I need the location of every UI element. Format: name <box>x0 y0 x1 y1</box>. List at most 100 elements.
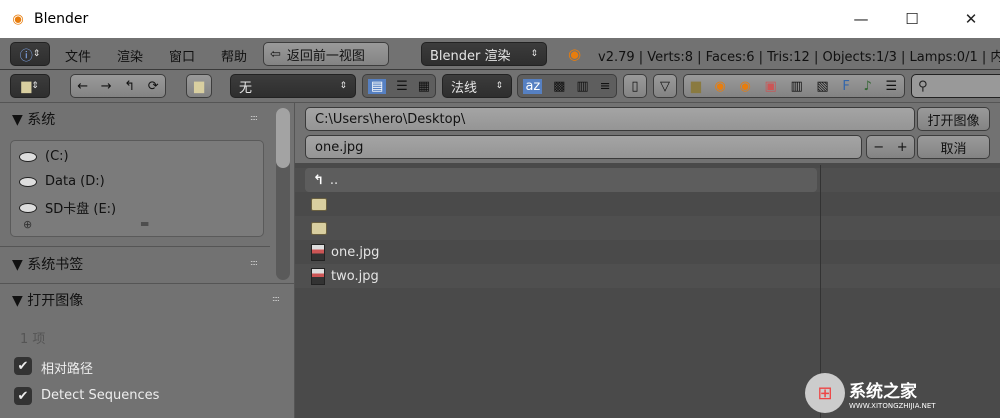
render-engine-dropdown[interactable]: Blender 渲染 ⇕ <box>421 42 547 66</box>
back-arrow-icon[interactable]: ← <box>77 79 88 94</box>
increment-button[interactable]: + <box>897 140 908 155</box>
image-file-icon <box>311 243 325 261</box>
open-image-button[interactable]: 打开图像 <box>917 107 990 131</box>
disk-icon <box>19 176 37 187</box>
blender-icon: ◉ <box>568 45 582 63</box>
watermark-logo: ⊞ 系统之家 WWW.XITONGZHIJIA.NET <box>805 371 995 415</box>
windows-logo-icon: ⊞ <box>805 373 845 413</box>
filter-button[interactable]: ▽ <box>653 74 677 98</box>
item-count: 1 项 <box>20 332 46 347</box>
drive-item[interactable]: (C:) <box>19 149 69 164</box>
maximize-button[interactable]: ☐ <box>889 0 935 38</box>
sidebar-scrollbar[interactable] <box>276 108 290 280</box>
file-browser-type-button[interactable]: ▆ ⇕ <box>10 74 50 98</box>
drive-list: (C:) Data (D:) SD卡盘 (E:) ⊕ ═ <box>10 140 264 237</box>
drive-item[interactable]: SD卡盘 (E:) <box>19 198 116 217</box>
title-bar: ◉ Blender — ☐ ✕ <box>0 0 1000 38</box>
resize-handle-icon[interactable]: ═ <box>141 217 148 231</box>
filter-image-icon[interactable]: ▣ <box>764 79 776 94</box>
disk-icon <box>19 151 37 162</box>
menu-render[interactable]: 渲染 <box>117 46 143 65</box>
file-row-image[interactable]: two.jpg <box>295 264 1000 288</box>
navigation-group: ← → ↰ ⟳ <box>70 74 166 98</box>
filter-sound-icon[interactable]: ♪ <box>863 79 871 94</box>
new-folder-button[interactable]: ▆ <box>186 74 212 98</box>
window-title: Blender <box>34 11 89 27</box>
filter-backup-icon[interactable]: ◉ <box>739 79 750 94</box>
sort-extension-icon[interactable]: ▩ <box>553 79 565 94</box>
recent-dropdown[interactable]: 无 ⇕ <box>230 74 356 98</box>
relative-path-label: 相对路径 <box>41 362 94 377</box>
menu-bar: ⓘ ⇕ 文件 渲染 窗口 帮助 ⇦ 返回前一视图 Blender 渲染 ⇕ ◉ v2.… <box>0 38 1000 70</box>
file-row-parent[interactable]: ↰.. <box>305 168 817 192</box>
file-browser: C:\Users\hero\Desktop\ 打开图像 one.jpg − + 取… <box>295 103 1000 418</box>
page-icon: ▯ <box>631 78 639 94</box>
open-image-panel-header[interactable]: ▼ 打开图像 <box>12 290 83 310</box>
drag-handle-icon[interactable]: :::: <box>272 294 280 303</box>
short-list-icon[interactable]: ▤ <box>367 78 387 94</box>
folder-icon <box>311 221 327 235</box>
decrement-button[interactable]: − <box>873 140 884 155</box>
long-list-icon[interactable]: ☰ <box>396 79 408 94</box>
toolbar: ▆ ⇕ ← → ↰ ⟳ ▆ 无 ⇕ ▤ ☰ ▦ 法线 ⇕ az ▩ ▥ ≡ ▯ ▽ ▆ ◉ ◉ ▣ ▥ ▧ F ♪ ☰… <box>0 70 1000 103</box>
folder-icon: ▆ <box>21 78 32 94</box>
cancel-button[interactable]: 取消 <box>917 135 990 159</box>
add-icon[interactable]: ⊕ <box>23 218 32 231</box>
system-panel-header[interactable]: ▼ 系统 <box>12 109 55 129</box>
sidebar: ▼ 系统 :::: (C:) Data (D:) SD卡盘 (E:) ⊕ ═ ▼… <box>0 103 295 418</box>
filter-types-group: ▆ ◉ ◉ ▣ ▥ ▧ F ♪ ☰ <box>683 74 905 98</box>
menu-file[interactable]: 文件 <box>65 46 91 65</box>
display-mode-group: ▤ ☰ ▦ <box>362 74 436 98</box>
filename-increment-group: − + <box>866 135 915 159</box>
refresh-icon[interactable]: ⟳ <box>148 79 159 94</box>
disk-icon <box>19 202 37 213</box>
detect-sequences-label: Detect Sequences <box>41 388 160 403</box>
info-icon: ⓘ <box>19 48 33 64</box>
file-row-folder[interactable] <box>295 192 1000 216</box>
search-input[interactable]: ⚲ <box>911 74 1000 98</box>
search-icon: ⚲ <box>918 78 928 94</box>
blender-logo-icon: ◉ <box>12 11 24 27</box>
editor-type-button[interactable]: ⓘ ⇕ <box>10 42 50 66</box>
drive-item[interactable]: Data (D:) <box>19 174 105 189</box>
divider <box>0 246 270 247</box>
sort-time-icon[interactable]: ▥ <box>576 79 588 94</box>
sort-alpha-icon[interactable]: az <box>523 78 543 94</box>
back-icon: ⇦ <box>270 46 281 62</box>
filter-font-icon[interactable]: F <box>842 79 849 94</box>
scene-stats: v2.79 | Verts:8 | Faces:6 | Tris:12 | Ob… <box>598 50 1000 65</box>
minimize-button[interactable]: — <box>838 0 884 38</box>
thumbnails-icon[interactable]: ▦ <box>418 79 430 94</box>
filter-movie-icon[interactable]: ▥ <box>790 79 802 94</box>
filter-script-icon[interactable]: ▧ <box>816 79 828 94</box>
relative-path-checkbox[interactable]: ✔ <box>14 357 32 375</box>
drag-handle-icon[interactable]: :::: <box>250 258 258 267</box>
close-button[interactable]: ✕ <box>948 0 994 38</box>
display-size-dropdown[interactable]: 法线 ⇕ <box>442 74 512 98</box>
image-file-icon <box>311 267 325 285</box>
directory-input[interactable]: C:\Users\hero\Desktop\ <box>305 107 915 131</box>
filename-input[interactable]: one.jpg <box>305 135 862 159</box>
filter-blend-icon[interactable]: ◉ <box>714 79 725 94</box>
file-row-folder[interactable] <box>295 216 1000 240</box>
parent-dir-icon: ↰ <box>313 172 324 188</box>
parent-dir-icon[interactable]: ↰ <box>124 79 135 94</box>
back-to-previous-button[interactable]: ⇦ 返回前一视图 <box>263 42 389 66</box>
menu-window[interactable]: 窗口 <box>169 46 195 65</box>
filter-text-icon[interactable]: ☰ <box>885 79 897 94</box>
forward-arrow-icon[interactable]: → <box>101 79 112 94</box>
sort-size-icon[interactable]: ≡ <box>600 79 611 94</box>
filter-icon: ▽ <box>660 78 670 94</box>
filter-folder-icon[interactable]: ▆ <box>691 79 701 94</box>
file-row-image[interactable]: one.jpg <box>295 240 1000 264</box>
detect-sequences-checkbox[interactable]: ✔ <box>14 387 32 405</box>
sort-group: az ▩ ▥ ≡ <box>517 74 617 98</box>
bookmarks-panel-header[interactable]: ▼ 系统书签 <box>12 254 83 274</box>
hide-dot-files-button[interactable]: ▯ <box>623 74 647 98</box>
divider <box>0 283 295 284</box>
menu-help[interactable]: 帮助 <box>221 46 247 65</box>
drag-handle-icon[interactable]: :::: <box>250 113 258 122</box>
scrollbar-thumb[interactable] <box>276 108 290 168</box>
new-folder-icon: ▆ <box>194 78 204 94</box>
folder-icon <box>311 197 327 211</box>
